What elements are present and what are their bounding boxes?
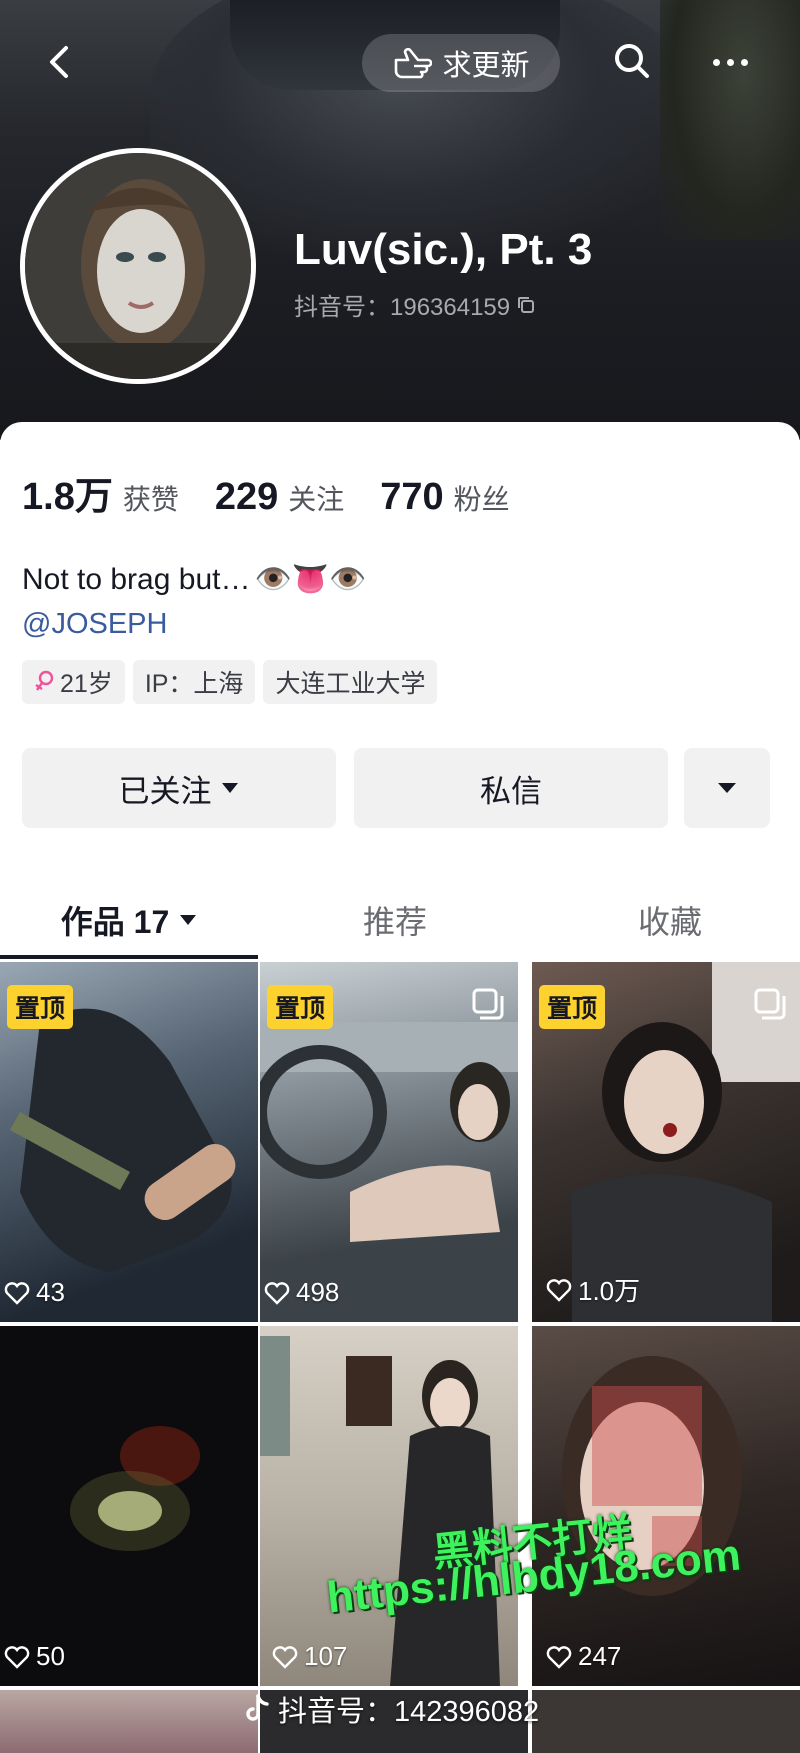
content-tabs: 作品 17 推荐 收藏 bbox=[0, 882, 800, 962]
likes-count: 43 bbox=[36, 1277, 65, 1307]
more-icon bbox=[712, 58, 748, 66]
video-likes: 50 bbox=[4, 1641, 65, 1672]
stat-value: 1.8万 bbox=[22, 476, 113, 518]
stat-label: 关注 bbox=[288, 484, 345, 515]
video-likes: 247 bbox=[546, 1641, 621, 1672]
copy-icon[interactable] bbox=[516, 295, 536, 315]
active-tab-indicator bbox=[0, 955, 258, 959]
likes-count: 498 bbox=[296, 1277, 340, 1307]
douyin-watermark: 抖音号：142396082 bbox=[244, 1688, 539, 1730]
caret-down-icon bbox=[718, 783, 736, 793]
tab-works-label: 作品 17 bbox=[60, 904, 170, 940]
bio-mention-link[interactable]: @JOSEPH bbox=[22, 608, 167, 641]
message-label: 私信 bbox=[480, 773, 542, 809]
video-tile[interactable]: 置顶 498 bbox=[260, 962, 518, 1322]
following-label: 已关注 bbox=[118, 773, 212, 809]
back-button[interactable] bbox=[38, 40, 82, 84]
heart-icon bbox=[546, 1645, 572, 1669]
video-tile[interactable] bbox=[0, 1690, 258, 1753]
age-text: 21岁 bbox=[60, 670, 113, 698]
message-button[interactable]: 私信 bbox=[354, 748, 668, 828]
school-tag[interactable]: 大连工业大学 bbox=[263, 660, 438, 704]
search-icon bbox=[615, 44, 649, 78]
tab-favorites-label: 收藏 bbox=[637, 904, 702, 940]
video-tile[interactable]: 50 bbox=[0, 1326, 258, 1686]
video-likes: 107 bbox=[272, 1641, 347, 1672]
ip-text: IP：上海 bbox=[144, 670, 244, 698]
stat-following[interactable]: 229 关注 bbox=[215, 476, 344, 519]
video-likes: 498 bbox=[264, 1277, 339, 1308]
video-likes: 1.0万 bbox=[546, 1271, 640, 1308]
multi-image-icon bbox=[472, 988, 504, 1020]
likes-count: 1.0万 bbox=[578, 1276, 641, 1306]
video-tile[interactable]: 107 bbox=[260, 1326, 518, 1686]
video-thumbnail bbox=[260, 1336, 500, 1686]
tab-recommend-label: 推荐 bbox=[362, 904, 427, 940]
more-actions-button[interactable] bbox=[684, 748, 770, 828]
video-likes: 43 bbox=[4, 1277, 65, 1308]
likes-count: 107 bbox=[304, 1641, 348, 1671]
video-tile[interactable]: 置顶 1.0万 bbox=[532, 962, 800, 1322]
avatar[interactable] bbox=[20, 148, 256, 384]
more-button[interactable] bbox=[700, 38, 760, 86]
age-tag: 21岁 bbox=[22, 660, 125, 704]
stat-value: 770 bbox=[380, 476, 444, 518]
ip-tag: IP：上海 bbox=[132, 660, 256, 704]
stat-value: 229 bbox=[214, 476, 279, 518]
heart-icon bbox=[272, 1645, 298, 1669]
back-arrow-icon bbox=[50, 46, 68, 78]
stat-label: 粉丝 bbox=[453, 484, 510, 515]
likes-count: 50 bbox=[36, 1641, 65, 1671]
likes-count: 247 bbox=[578, 1641, 622, 1671]
bio-emoji: 👁️👅👁️ bbox=[254, 562, 367, 597]
pinned-badge: 置顶 bbox=[7, 985, 74, 1029]
tiktok-logo-icon bbox=[246, 1694, 269, 1721]
avatar-image bbox=[25, 153, 251, 379]
top-bar: 求更新 bbox=[0, 30, 800, 100]
bio-text: Not to brag but… bbox=[22, 562, 251, 596]
caret-down-icon bbox=[221, 783, 238, 793]
action-buttons: 已关注 私信 bbox=[22, 748, 770, 828]
multi-image-icon bbox=[754, 988, 786, 1020]
stat-followers[interactable]: 770 粉丝 bbox=[380, 476, 509, 519]
bio: Not to brag but… 👁️👅👁️ bbox=[22, 562, 367, 597]
nickname: Luv(sic.), Pt. 3 bbox=[294, 225, 593, 274]
video-tile[interactable] bbox=[532, 1690, 800, 1753]
hand-point-icon bbox=[395, 47, 433, 79]
caret-down-icon bbox=[180, 915, 197, 925]
video-thumbnail bbox=[70, 1426, 200, 1551]
school-text: 大连工业大学 bbox=[275, 670, 426, 698]
tab-recommend[interactable]: 推荐 bbox=[270, 882, 520, 958]
pinned-badge: 置顶 bbox=[539, 985, 606, 1029]
pinned-badge: 置顶 bbox=[267, 985, 334, 1029]
stat-label: 获赞 bbox=[122, 484, 179, 515]
profile-tags: 21岁 IP：上海 大连工业大学 bbox=[22, 660, 438, 704]
heart-icon bbox=[264, 1281, 290, 1305]
stat-likes[interactable]: 1.8万 获赞 bbox=[22, 465, 179, 520]
female-icon bbox=[35, 670, 54, 691]
tab-works[interactable]: 作品 17 bbox=[0, 882, 258, 958]
douyin-watermark-id: 抖音号：142396082 bbox=[278, 1696, 540, 1728]
heart-icon bbox=[4, 1645, 30, 1669]
request-update-button[interactable]: 求更新 bbox=[362, 34, 560, 92]
heart-icon bbox=[546, 1278, 572, 1302]
search-button[interactable] bbox=[608, 38, 656, 86]
heart-icon bbox=[4, 1281, 30, 1305]
tab-favorites[interactable]: 收藏 bbox=[540, 882, 800, 958]
video-tile[interactable]: 置顶 43 bbox=[0, 962, 258, 1322]
profile-header: 求更新 Luv(sic.), Pt. 3 抖音号：196364159 bbox=[0, 0, 800, 440]
following-button[interactable]: 已关注 bbox=[22, 748, 336, 828]
request-update-label: 求更新 bbox=[442, 50, 530, 82]
douyin-id-text: 抖音号：196364159 bbox=[294, 294, 511, 321]
douyin-id[interactable]: 抖音号：196364159 bbox=[294, 287, 536, 322]
stats-row: 1.8万 获赞 229 关注 770 粉丝 bbox=[22, 465, 546, 520]
